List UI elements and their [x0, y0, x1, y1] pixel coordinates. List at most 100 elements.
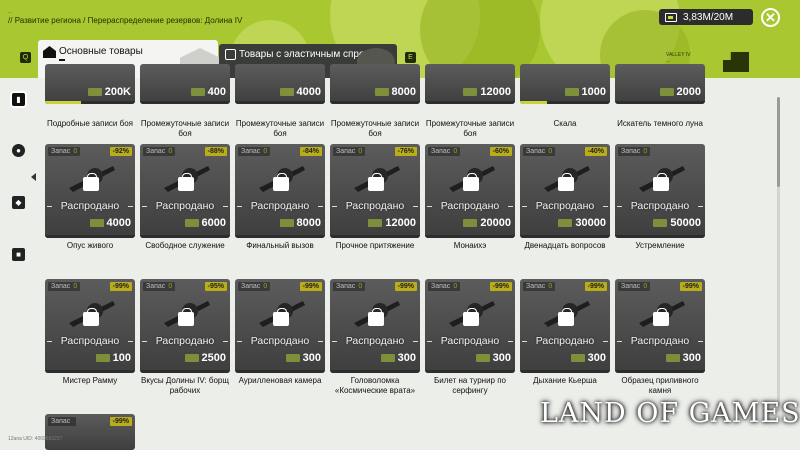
stock-count: 0 [548, 148, 553, 155]
goods-card[interactable]: 1000 [520, 64, 610, 104]
sidebar-active-arrow [31, 173, 36, 181]
sold-out-label: Распродано [330, 198, 420, 214]
discount-badge: -40% [584, 147, 607, 156]
stock-label: Запас 0 [428, 147, 461, 156]
prev-tab-key[interactable]: Q [20, 52, 31, 63]
goods-card[interactable]: Запас 0 -99% Распродано 300 [615, 279, 705, 373]
currency-icon [475, 354, 490, 362]
goods-card[interactable]: Запас 0 -99% Распродано 300 [425, 279, 515, 373]
currency-icon [184, 354, 199, 362]
sidebar-item-package[interactable]: ■ [12, 248, 25, 261]
goods-card[interactable]: Запас 0 -99% Распродано 300 [520, 279, 610, 373]
breadcrumb-region[interactable]: Развитие региона [15, 16, 81, 25]
stock-count: 0 [263, 283, 268, 290]
house-icon [43, 46, 56, 58]
stock-count: 0 [358, 148, 363, 155]
stock-count: 0 [168, 283, 173, 290]
item-name: Промежуточные записи боя [235, 119, 325, 138]
stock-text: Запас [621, 148, 641, 155]
price-tag: 100 [95, 352, 131, 364]
goods-card[interactable]: Запас 0 -60% Распродано 20000 [425, 144, 515, 238]
stock-text: Запас [241, 148, 261, 155]
region-logo-text: VALLEY IV ... [666, 52, 691, 64]
sidebar-item-box[interactable]: ▮ [12, 93, 25, 106]
price-tag: 300 [475, 352, 511, 364]
currency-icon [374, 88, 389, 96]
discount-badge: -99% [299, 282, 322, 291]
goods-card[interactable]: 8000 [330, 64, 420, 104]
box-icon [368, 308, 384, 326]
goods-card[interactable]: Запас 0 -95% Распродано 2500 [140, 279, 230, 373]
stock-text: Запас [526, 148, 546, 155]
footer-uid: 12ana UID: 4069883237 [8, 436, 63, 442]
price-value: 100 [112, 352, 131, 364]
goods-card[interactable]: Запас 0 -88% Распродано 6000 [140, 144, 230, 238]
currency-icon [89, 219, 104, 227]
item-name: Дыхание Кьерша [533, 376, 597, 385]
tab-active-indicator [59, 59, 65, 61]
sold-out-label: Распродано [425, 198, 515, 214]
price-value: 20000 [480, 217, 511, 229]
discount-badge: -99% [489, 282, 512, 291]
goods-card[interactable]: Запас 0 Распродано 50000 [615, 144, 705, 238]
stock-text: Запас [621, 283, 641, 290]
sold-out-label: Распродано [330, 333, 420, 349]
sold-out-label: Распродано [45, 333, 135, 349]
stock-label: Запас 0 [523, 282, 556, 291]
goods-card[interactable]: Запас 0 -40% Распродано 30000 [520, 144, 610, 238]
close-button[interactable]: ✕ [761, 8, 780, 27]
stock-label: Запас 0 [333, 147, 366, 156]
goods-card[interactable]: 12000 [425, 64, 515, 104]
stock-text: Запас [431, 283, 451, 290]
price-tag: 50000 [653, 217, 701, 229]
price-value: 4000 [296, 86, 321, 98]
sold-out-label: Распродано [235, 333, 325, 349]
currency-icon [570, 354, 585, 362]
sold-out-label: Распродано [520, 333, 610, 349]
price-value: 30000 [575, 217, 606, 229]
goods-card[interactable]: Запас 0 -99% Распродано 300 [235, 279, 325, 373]
price-tag: 300 [665, 352, 701, 364]
sold-out-label: Распродано [140, 198, 230, 214]
scrollbar-thumb[interactable] [777, 97, 780, 187]
item-name: Аурилленовая камера [238, 376, 322, 385]
stock-progress-bar [520, 101, 610, 104]
goods-card[interactable]: Запас 0 -76% Распродано 12000 [330, 144, 420, 238]
next-tab-key[interactable]: E [405, 52, 416, 63]
box-icon [558, 173, 574, 191]
box-icon [273, 173, 289, 191]
price-value: 4000 [106, 217, 131, 229]
sold-out-label: Распродано [235, 198, 325, 214]
goods-card[interactable]: Запас 0 -99% Распродано 100 [45, 279, 135, 373]
price-value: 200K [104, 86, 131, 98]
scrollbar[interactable] [777, 97, 780, 412]
price-tag: 8000 [279, 217, 321, 229]
discount-badge: -92% [109, 147, 132, 156]
stock-progress-bar [330, 101, 420, 104]
stock-progress-fill [45, 101, 81, 104]
price-tag: 200K [87, 86, 131, 98]
currency-icon [368, 219, 383, 227]
goods-card[interactable]: Запас 0 -84% Распродано 8000 [235, 144, 325, 238]
goods-card[interactable]: Запас 0 -92% Распродано 4000 [45, 144, 135, 238]
goods-card[interactable]: 200K [45, 64, 135, 104]
goods-card[interactable]: Запас 0 -99% Распродано 300 [330, 279, 420, 373]
breadcrumb-sep: // [8, 16, 13, 25]
stock-text: Запас [431, 148, 451, 155]
chart-icon [225, 49, 236, 60]
goods-card[interactable]: 2000 [615, 64, 705, 104]
discount-badge: -99% [394, 282, 417, 291]
currency-icon [95, 354, 110, 362]
gear-icon: ● [16, 146, 21, 155]
breadcrumb: ... // Развитие региона / Перераспределе… [8, 9, 242, 25]
stock-count: 0 [73, 148, 78, 155]
stock-text: Запас [336, 148, 356, 155]
goods-card[interactable]: Запас -99% [45, 414, 135, 450]
item-name: Устремление [635, 241, 685, 250]
goods-card[interactable]: 4000 [235, 64, 325, 104]
sidebar-item-gem[interactable]: ◆ [12, 196, 25, 209]
box-icon [178, 308, 194, 326]
currency-icon [279, 219, 294, 227]
goods-card[interactable]: 400 [140, 64, 230, 104]
sidebar-item-gear[interactable]: ● [12, 144, 25, 157]
